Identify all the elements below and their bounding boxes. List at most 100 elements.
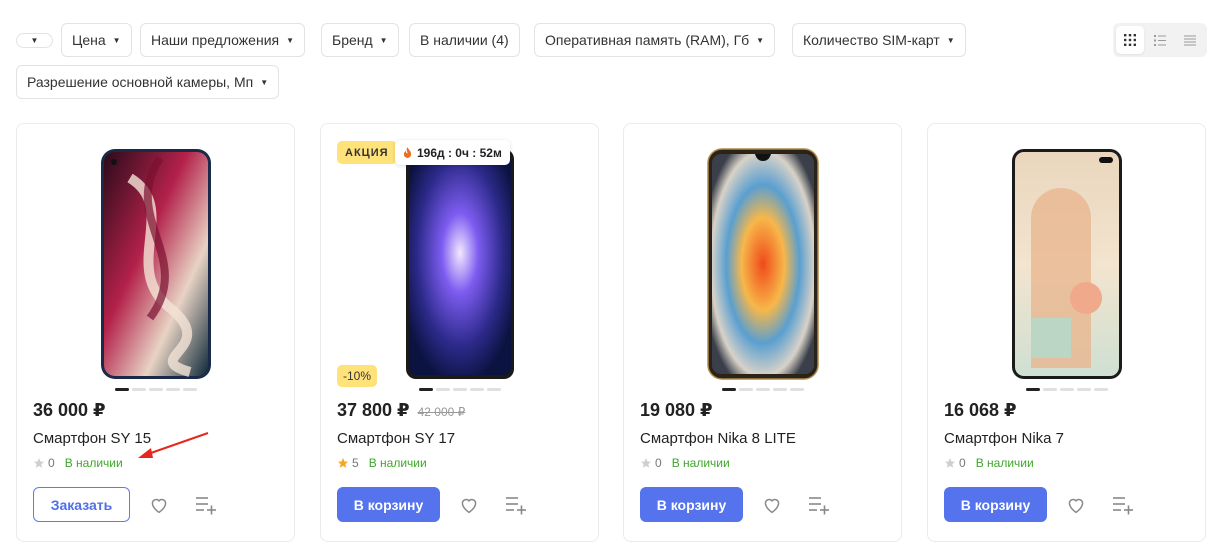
pager-dot[interactable] <box>486 388 501 391</box>
pager-dot[interactable] <box>418 388 433 391</box>
compare-icon[interactable] <box>195 495 217 515</box>
product-card[interactable]: АКЦИЯ 196д : 0ч : 52м -10% 37 800 ₽ 42 0… <box>320 123 599 542</box>
product-name[interactable]: Смартфон Nika 8 LITE <box>640 430 796 447</box>
product-card[interactable]: 19 080 ₽ Смартфон Nika 8 LITE 0 В наличи… <box>623 123 902 542</box>
pager-dot[interactable] <box>721 388 736 391</box>
filter-price[interactable]: Цена ▼ <box>61 23 132 57</box>
stock-status: В наличии <box>671 456 730 470</box>
pager-dot[interactable] <box>452 388 467 391</box>
filter-camera[interactable]: Разрешение основной камеры, Мп ▼ <box>16 65 280 99</box>
product-image[interactable] <box>405 148 515 380</box>
star-icon <box>338 458 348 468</box>
pager-dot[interactable] <box>772 388 787 391</box>
filter-camera-label: Разрешение основной камеры, Мп <box>27 74 254 90</box>
rating-value: 0 <box>48 456 55 470</box>
product-name[interactable]: Смартфон Nika 7 <box>944 430 1064 447</box>
filter-brand-label: Бренд <box>332 32 373 48</box>
sale-badge: АКЦИЯ <box>337 141 397 164</box>
pager-dot[interactable] <box>165 388 180 391</box>
filter-in-stock-label: В наличии (4) <box>420 32 509 48</box>
pager-dot[interactable] <box>1042 388 1057 391</box>
product-image[interactable] <box>1011 148 1123 380</box>
image-pager <box>721 388 804 391</box>
price-row: 19 080 ₽ <box>640 400 713 421</box>
product-card[interactable]: 36 000 ₽ Смартфон SY 15 0 В наличии Зака… <box>16 123 295 542</box>
product-price: 37 800 ₽ <box>337 400 410 420</box>
table-view-button[interactable] <box>1176 26 1204 54</box>
add-to-cart-button[interactable]: В корзину <box>944 487 1047 522</box>
product-card[interactable]: 16 068 ₽ Смартфон Nika 7 0 В наличии В к… <box>927 123 1206 542</box>
compare-icon[interactable] <box>1112 495 1134 515</box>
star-icon <box>641 458 651 468</box>
caret-down-icon: ▼ <box>379 35 388 45</box>
star-icon <box>945 458 955 468</box>
product-image[interactable] <box>706 148 819 380</box>
stock-status: В наличии <box>368 456 427 470</box>
filter-empty-chip[interactable]: ▼ <box>16 33 53 48</box>
old-price: 42 000 ₽ <box>417 405 466 419</box>
pager-dot[interactable] <box>182 388 197 391</box>
filter-ram-label: Оперативная память (RAM), Гб <box>545 32 750 48</box>
price-row: 36 000 ₽ <box>33 400 106 421</box>
filter-offers[interactable]: Наши предложения ▼ <box>140 23 306 57</box>
compare-icon[interactable] <box>808 495 830 515</box>
add-to-cart-button[interactable]: В корзину <box>337 487 440 522</box>
pager-dot[interactable] <box>469 388 484 391</box>
list-view-icon <box>1154 34 1166 46</box>
pager-dot[interactable] <box>114 388 129 391</box>
grid-view-button[interactable] <box>1116 26 1144 54</box>
heart-icon[interactable] <box>762 496 782 514</box>
pager-dot[interactable] <box>435 388 450 391</box>
fire-icon <box>403 146 412 158</box>
caret-down-icon: ▼ <box>946 35 955 45</box>
filter-offers-label: Наши предложения <box>151 32 280 48</box>
price-row: 16 068 ₽ <box>944 400 1017 421</box>
caret-down-icon: ▼ <box>112 35 121 45</box>
compare-icon[interactable] <box>505 495 527 515</box>
rating-value: 0 <box>655 456 662 470</box>
pager-dot[interactable] <box>738 388 753 391</box>
caret-down-icon: ▼ <box>260 77 269 87</box>
filter-sim-label: Количество SIM-карт <box>803 32 940 48</box>
grid-view-icon <box>1124 34 1136 46</box>
heart-icon[interactable] <box>1066 496 1086 514</box>
product-name[interactable]: Смартфон SY 17 <box>337 430 455 447</box>
product-meta: 0 В наличии <box>640 456 730 470</box>
product-meta: 0 В наличии <box>33 456 123 470</box>
pager-dot[interactable] <box>789 388 804 391</box>
filter-sim[interactable]: Количество SIM-карт ▼ <box>792 23 966 57</box>
rating-value: 0 <box>959 456 966 470</box>
product-image[interactable] <box>100 148 212 380</box>
timer-value: 196д : 0ч : 52м <box>417 145 502 160</box>
view-mode-switcher <box>1113 23 1207 57</box>
product-price: 16 068 ₽ <box>944 400 1017 420</box>
price-row: 37 800 ₽ 42 000 ₽ <box>337 400 465 421</box>
filter-in-stock[interactable]: В наличии (4) <box>409 23 520 57</box>
stock-status: В наличии <box>975 456 1034 470</box>
pager-dot[interactable] <box>1025 388 1040 391</box>
pager-dot[interactable] <box>755 388 770 391</box>
stock-status: В наличии <box>64 456 123 470</box>
table-view-icon <box>1184 35 1196 45</box>
pager-dot[interactable] <box>131 388 146 391</box>
filter-brand[interactable]: Бренд ▼ <box>321 23 399 57</box>
star-icon <box>34 458 44 468</box>
list-view-button[interactable] <box>1146 26 1174 54</box>
pager-dot[interactable] <box>1093 388 1108 391</box>
caret-down-icon: ▼ <box>30 36 39 45</box>
discount-badge: -10% <box>337 365 378 387</box>
countdown-timer: 196д : 0ч : 52м <box>395 140 510 165</box>
pager-dot[interactable] <box>1059 388 1074 391</box>
filter-ram[interactable]: Оперативная память (RAM), Гб ▼ <box>534 23 776 57</box>
product-price: 19 080 ₽ <box>640 400 713 420</box>
image-pager <box>418 388 501 391</box>
add-to-cart-button[interactable]: В корзину <box>640 487 743 522</box>
product-name[interactable]: Смартфон SY 15 <box>33 430 151 447</box>
pager-dot[interactable] <box>148 388 163 391</box>
order-button[interactable]: Заказать <box>33 487 130 522</box>
pager-dot[interactable] <box>1076 388 1091 391</box>
caret-down-icon: ▼ <box>286 35 295 45</box>
heart-icon[interactable] <box>149 496 169 514</box>
heart-icon[interactable] <box>459 496 479 514</box>
filter-price-label: Цена <box>72 32 106 48</box>
